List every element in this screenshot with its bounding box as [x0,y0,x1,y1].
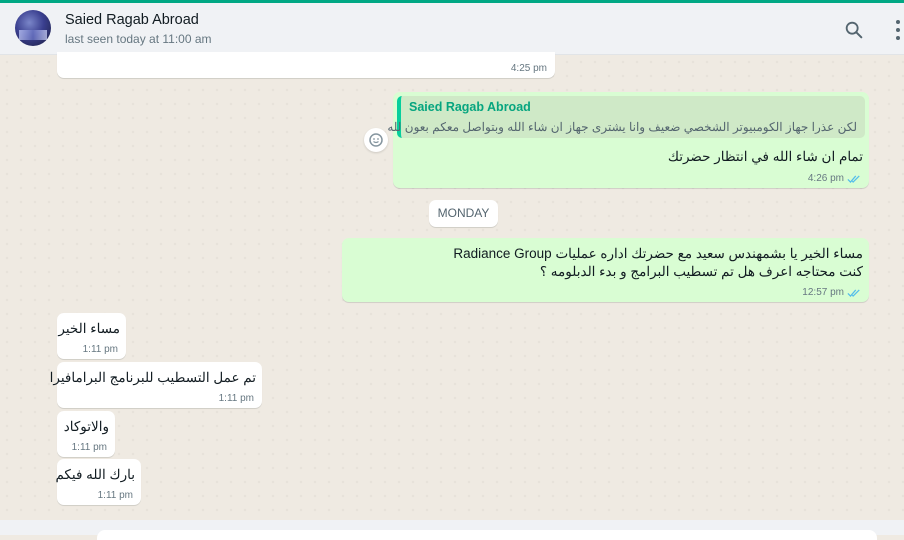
avatar[interactable] [15,10,51,46]
message-meta: 4:25 pm [511,63,547,74]
quoted-message[interactable]: Saied Ragab Abroad لكن عذرا جهاز الكومبي… [387,96,865,138]
message-bubble-incoming[interactable]: والاتوكاد 1:11 pm [57,411,115,457]
message-text: تم عمل التسطيب للبرنامج البرامافيرا [49,370,256,385]
message-text: بارك الله فيكم [55,467,135,482]
search-icon[interactable] [843,19,865,41]
message-text: والاتوكاد [63,419,109,434]
message-meta: 1:11 pm [219,393,254,404]
message-meta: 1:11 pm [72,442,107,453]
message-time: 4:26 pm [807,173,844,184]
message-text-line-1: مساء الخير يا بشمهندس سعيد مع حضرتك ادار… [453,246,863,261]
message-text-line-2: كنت محتاجه اعرف هل تم تسطيب البرامج و بد… [539,264,863,279]
double-check-icon [847,289,860,297]
smiley-icon [369,133,383,147]
quoted-text: لكن عذرا جهاز الكومبيوتر الشخصي ضعيف وان… [387,120,857,134]
day-separator: MONDAY [429,200,498,227]
message-input[interactable] [97,530,877,540]
message-meta: 1:11 pm [83,344,118,355]
message-bubble-incoming[interactable]: 4:25 pm [57,52,555,78]
message-time: 1:11 pm [71,442,107,453]
message-bubble-outgoing[interactable]: Saied Ragab Abroad لكن عذرا جهاز الكومبي… [387,92,869,188]
message-time: 1:11 pm [218,393,254,404]
contact-name[interactable]: Saied Ragab Abroad [65,12,199,28]
message-bubble-incoming[interactable]: تم عمل التسطيب للبرنامج البرامافيرا 1:11… [50,362,262,408]
last-seen-status: last seen today at 11:00 am [65,32,212,46]
message-meta: 4:26 pm [808,173,861,184]
message-time: 1:11 pm [82,344,118,355]
message-bubble-incoming[interactable]: بارك الله فيكم 1:11 pm [55,459,141,505]
quoted-author: Saied Ragab Abroad [409,100,531,114]
message-bubble-incoming[interactable]: مساء الخير 1:11 pm [57,313,126,359]
message-time: 1:11 pm [97,490,133,501]
double-check-icon [847,175,860,183]
message-time: 4:25 pm [510,63,547,74]
message-time: 12:57 pm [802,287,844,298]
message-text: تمام ان شاء الله في انتظار حضرتك [667,149,863,164]
message-text: مساء الخير [58,321,120,336]
message-meta: 1:11 pm [98,490,133,501]
message-meta: 12:57 pm [802,287,861,298]
forward-button[interactable] [364,128,388,152]
more-vertical-icon[interactable] [893,17,903,43]
message-bubble-outgoing[interactable]: مساء الخير يا بشمهندس سعيد مع حضرتك ادار… [342,238,869,302]
chat-header[interactable]: Saied Ragab Abroad last seen today at 11… [0,3,904,55]
